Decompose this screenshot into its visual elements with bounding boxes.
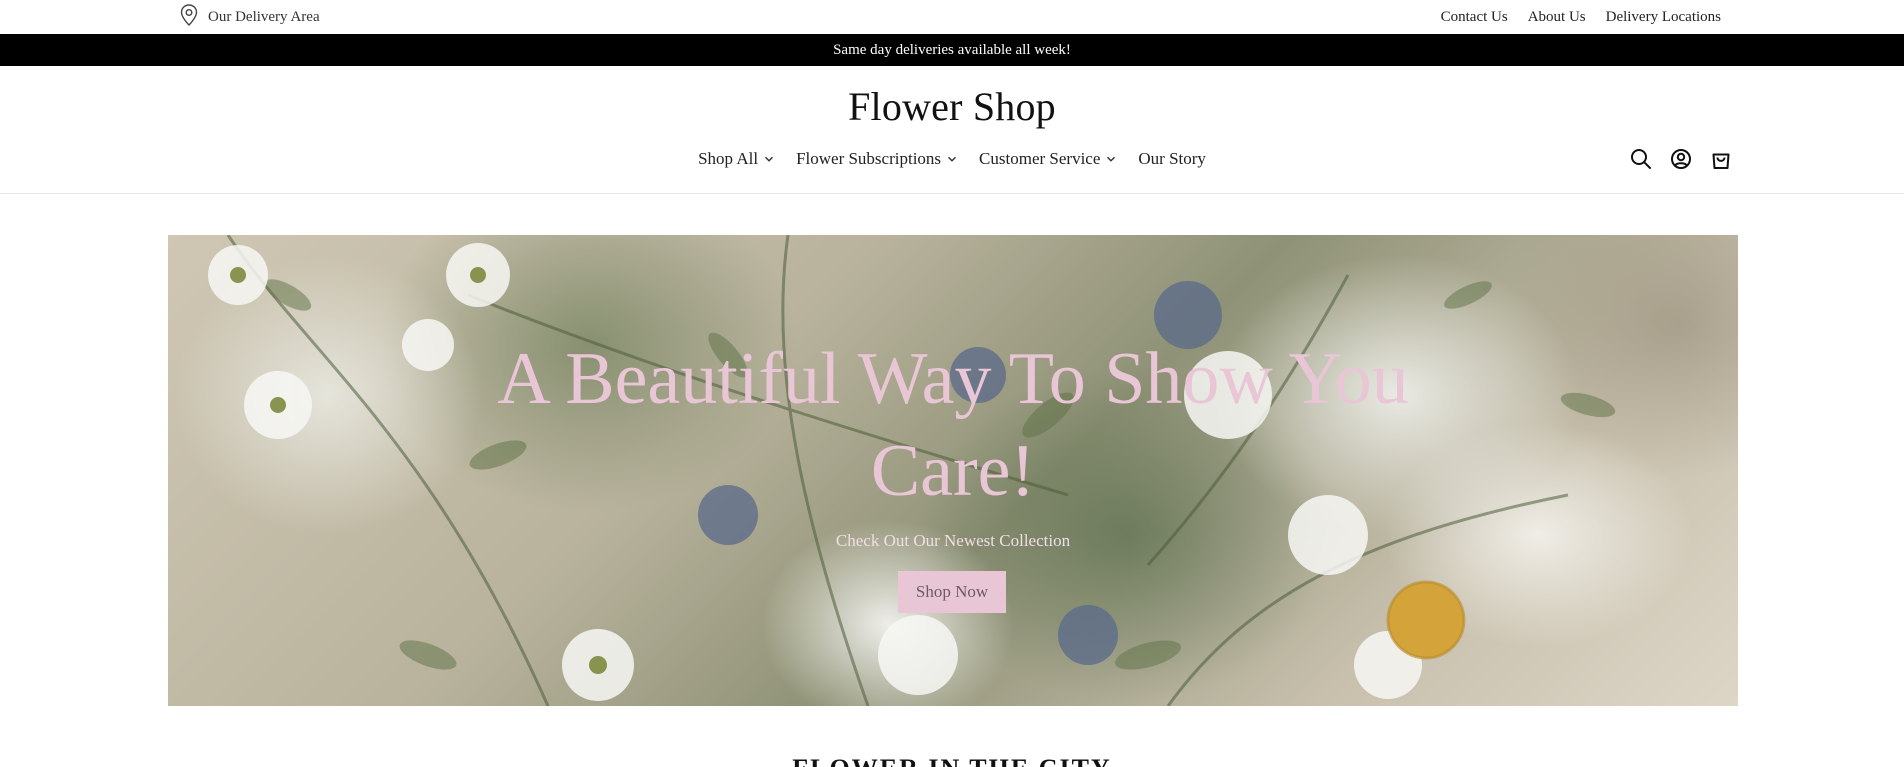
logo-text[interactable]: Flower Shop bbox=[848, 84, 1056, 129]
delivery-locations-link[interactable]: Delivery Locations bbox=[1606, 9, 1721, 26]
section-heading: FLOWER IN THE CITY bbox=[0, 754, 1904, 767]
delivery-area-link[interactable]: Our Delivery Area bbox=[180, 3, 320, 31]
header-icons bbox=[1630, 144, 1732, 174]
utility-links: Contact Us About Us Delivery Locations bbox=[1441, 4, 1721, 30]
shop-now-button[interactable]: Shop Now bbox=[898, 571, 1006, 613]
chevron-down-icon bbox=[765, 156, 774, 162]
announcement-text: Same day deliveries available all week! bbox=[833, 41, 1071, 58]
main-nav: Shop All Flower Subscriptions Customer S… bbox=[0, 144, 1904, 174]
account-icon[interactable] bbox=[1670, 148, 1692, 170]
nav-item-our-story[interactable]: Our Story bbox=[1138, 149, 1206, 169]
nav-item-label: Customer Service bbox=[979, 149, 1101, 168]
nav-item-flower-subscriptions[interactable]: Flower Subscriptions bbox=[796, 149, 957, 169]
hero-content: A Beautiful Way To Show You Care! Check … bbox=[168, 235, 1738, 706]
delivery-area-label: Our Delivery Area bbox=[208, 8, 320, 25]
contact-us-link[interactable]: Contact Us bbox=[1441, 9, 1508, 26]
hero-title: A Beautiful Way To Show You Care! bbox=[168, 333, 1738, 517]
hero-title-line-2: Care! bbox=[870, 430, 1036, 512]
hero-banner: A Beautiful Way To Show You Care! Check … bbox=[168, 235, 1738, 706]
nav-item-customer-service[interactable]: Customer Service bbox=[979, 149, 1116, 169]
chevron-down-icon bbox=[1107, 156, 1116, 162]
hero-title-line-1: A Beautiful Way To Show You bbox=[497, 338, 1409, 420]
nav-item-shop-all[interactable]: Shop All bbox=[698, 149, 774, 169]
about-us-link[interactable]: About Us bbox=[1528, 9, 1586, 26]
site-header: Flower Shop Shop All Flower Subscription… bbox=[0, 66, 1904, 194]
hero-subtitle: Check Out Our Newest Collection bbox=[835, 531, 1071, 550]
nav-item-label: Our Story bbox=[1138, 149, 1206, 168]
announcement-bar: Same day deliveries available all week! bbox=[0, 34, 1904, 66]
location-pin-icon bbox=[180, 3, 198, 31]
search-icon[interactable] bbox=[1630, 148, 1652, 170]
chevron-down-icon bbox=[948, 156, 957, 162]
nav-item-label: Flower Subscriptions bbox=[796, 149, 942, 168]
cart-icon[interactable] bbox=[1710, 148, 1732, 170]
utility-bar: Our Delivery Area Contact Us About Us De… bbox=[0, 0, 1904, 34]
logo: Flower Shop bbox=[0, 83, 1904, 130]
nav-item-label: Shop All bbox=[698, 149, 759, 168]
